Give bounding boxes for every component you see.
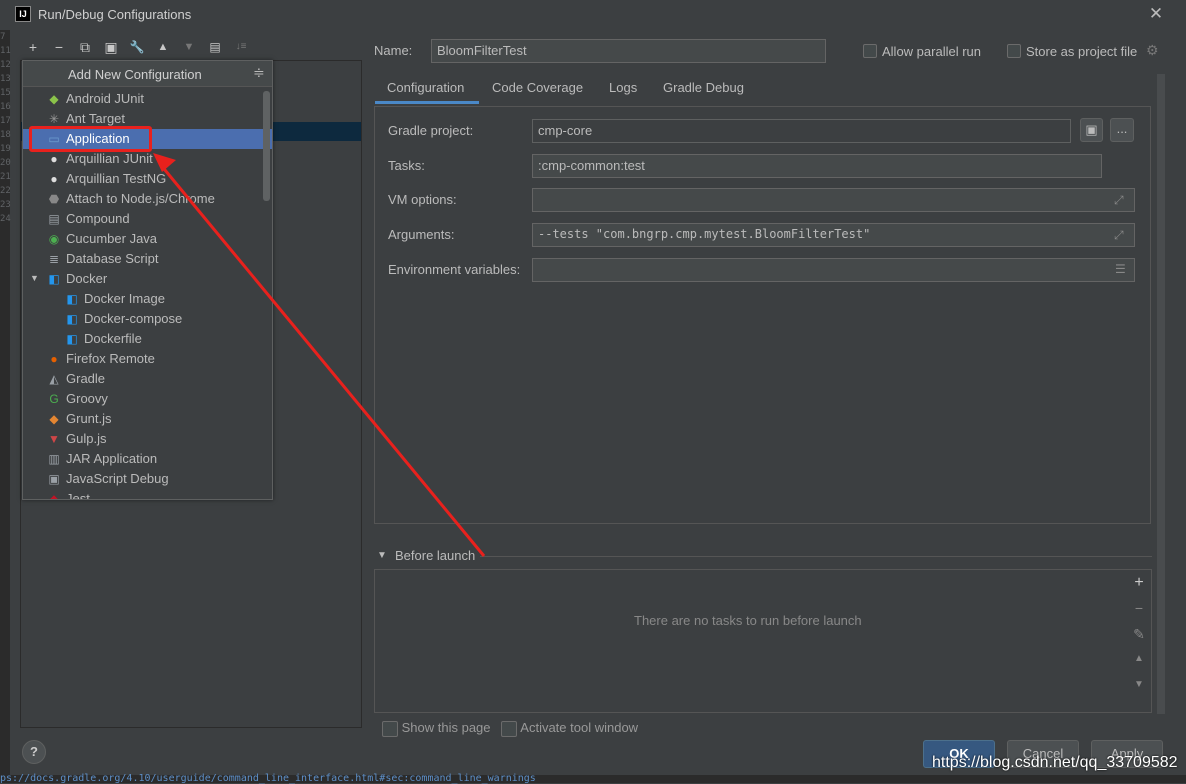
arrow-head bbox=[153, 153, 176, 172]
annotation-arrow bbox=[153, 153, 486, 557]
arrow-shaft bbox=[158, 163, 486, 557]
